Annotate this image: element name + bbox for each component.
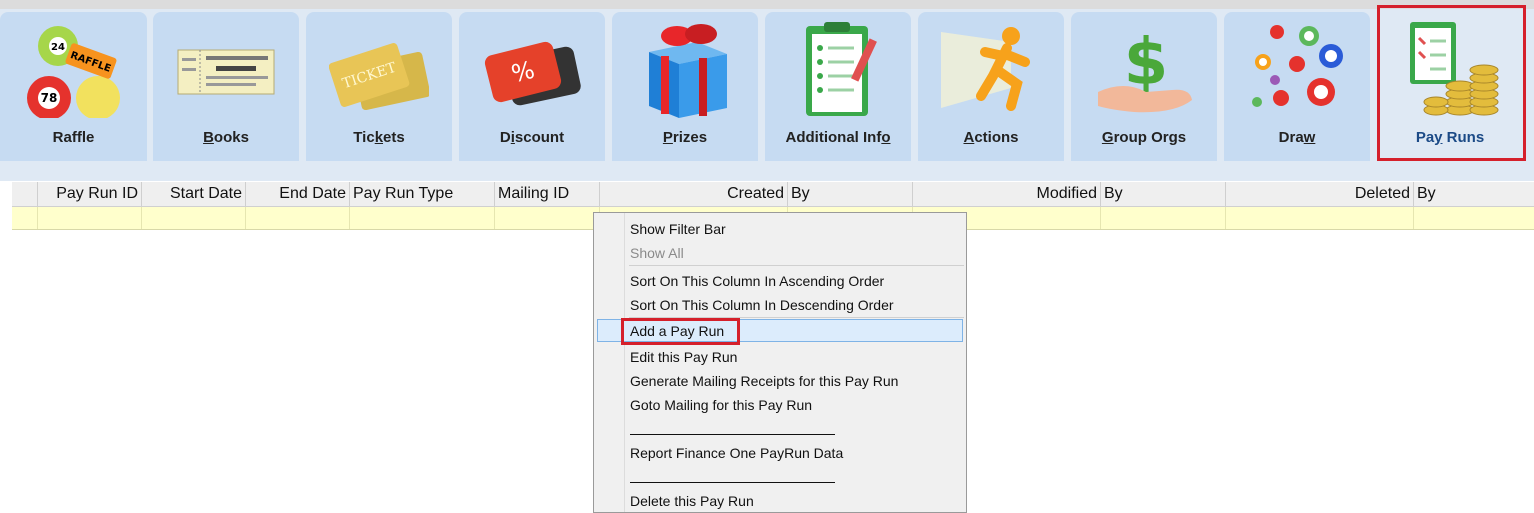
tab-raffle[interactable]: 24 78 RAFFLE Raffle — [0, 12, 147, 161]
filter-cell[interactable] — [1226, 207, 1414, 229]
menu-separator — [629, 265, 964, 266]
money-hand-icon: $ — [1098, 26, 1192, 113]
column-header-deleted-by[interactable]: By — [1414, 182, 1534, 206]
menu-item-delete-pay-run[interactable]: Delete this Pay Run — [630, 490, 754, 512]
clipboard-checklist-icon — [806, 22, 877, 116]
svg-text:24: 24 — [51, 42, 65, 53]
tab-prizes[interactable]: Prizes — [612, 12, 758, 161]
menu-item-goto-mailing[interactable]: Goto Mailing for this Pay Run — [630, 394, 812, 416]
tab-raffle-label: Raffle — [52, 129, 95, 146]
tab-actions[interactable]: Actions — [918, 12, 1064, 161]
ticket-icon: TICKET — [329, 43, 429, 111]
tab-discount-label: Discount — [499, 129, 565, 146]
column-header-start-date[interactable]: Start Date — [142, 182, 246, 206]
tab-group-orgs-label: Group Orgs — [1101, 129, 1187, 146]
book-ticket-icon — [177, 49, 275, 95]
menu-item-sort-descending[interactable]: Sort On This Column In Descending Order — [630, 294, 894, 316]
tab-actions-label: Actions — [963, 129, 1019, 146]
lottery-balls-icon — [1252, 25, 1343, 107]
row-selector-header[interactable] — [12, 182, 38, 206]
filter-cell[interactable] — [1101, 207, 1226, 229]
menu-item-sort-ascending[interactable]: Sort On This Column In Ascending Order — [630, 270, 884, 292]
column-header-modified-by[interactable]: By — [1101, 182, 1226, 206]
tab-additional-info[interactable]: Additional Info — [765, 12, 911, 161]
column-header-modified[interactable]: Modified — [913, 182, 1101, 206]
menu-separator-line — [630, 434, 835, 435]
tab-draw-label: Draw — [1278, 129, 1316, 146]
filter-cell[interactable] — [246, 207, 350, 229]
context-menu: Show Filter Bar Show All Sort On This Co… — [593, 212, 967, 513]
column-header-mailing-id[interactable]: Mailing ID — [495, 182, 600, 206]
svg-text:78: 78 — [41, 91, 58, 105]
tab-books[interactable]: Books — [153, 12, 299, 161]
filter-cell[interactable] — [38, 207, 142, 229]
tab-group-orgs[interactable]: $ Group Orgs — [1071, 12, 1217, 161]
grid-header: Pay Run ID Start Date End Date Pay Run T… — [12, 182, 1534, 207]
filter-cell[interactable] — [350, 207, 495, 229]
tab-prizes-label: Prizes — [662, 129, 708, 146]
tab-additional-info-label: Additional Info — [785, 129, 891, 146]
filter-cell[interactable] — [12, 207, 38, 229]
column-header-created[interactable]: Created — [600, 182, 788, 206]
filter-cell[interactable] — [495, 207, 600, 229]
tab-tickets-label: Tickets — [353, 129, 405, 146]
running-man-icon — [941, 27, 1030, 111]
filter-cell[interactable] — [1414, 207, 1534, 229]
raffle-balls-icon: 24 78 RAFFLE — [27, 26, 120, 118]
column-header-pay-run-type[interactable]: Pay Run Type — [350, 182, 495, 206]
filter-cell[interactable] — [142, 207, 246, 229]
menu-item-show-filter-bar[interactable]: Show Filter Bar — [630, 218, 726, 240]
tab-tickets[interactable]: TICKET Tickets — [306, 12, 452, 161]
menu-separator-line — [630, 482, 835, 483]
column-header-created-by[interactable]: By — [788, 182, 913, 206]
discount-percent-icon: % — [484, 41, 581, 106]
column-header-deleted[interactable]: Deleted — [1226, 182, 1414, 206]
column-header-end-date[interactable]: End Date — [246, 182, 350, 206]
add-pay-run-highlight — [621, 318, 740, 345]
ribbon-toolbar: 24 78 RAFFLE Raffle Books TICKET Tickets… — [0, 5, 1534, 161]
tab-discount[interactable]: % Discount — [459, 12, 605, 161]
menu-icon-gutter — [624, 213, 625, 512]
menu-item-edit-pay-run[interactable]: Edit this Pay Run — [630, 346, 737, 368]
menu-item-generate-mailing-receipts[interactable]: Generate Mailing Receipts for this Pay R… — [630, 370, 898, 392]
tab-books-label: Books — [203, 129, 249, 146]
tab-draw[interactable]: Draw — [1224, 12, 1370, 161]
gift-box-icon — [649, 24, 727, 118]
menu-item-report-finance-one[interactable]: Report Finance One PayRun Data — [630, 442, 843, 464]
column-header-pay-run-id[interactable]: Pay Run ID — [38, 182, 142, 206]
menu-item-show-all: Show All — [630, 245, 684, 261]
pay-runs-tab-highlight — [1377, 5, 1526, 161]
ribbon-bottom-band — [0, 161, 1534, 181]
